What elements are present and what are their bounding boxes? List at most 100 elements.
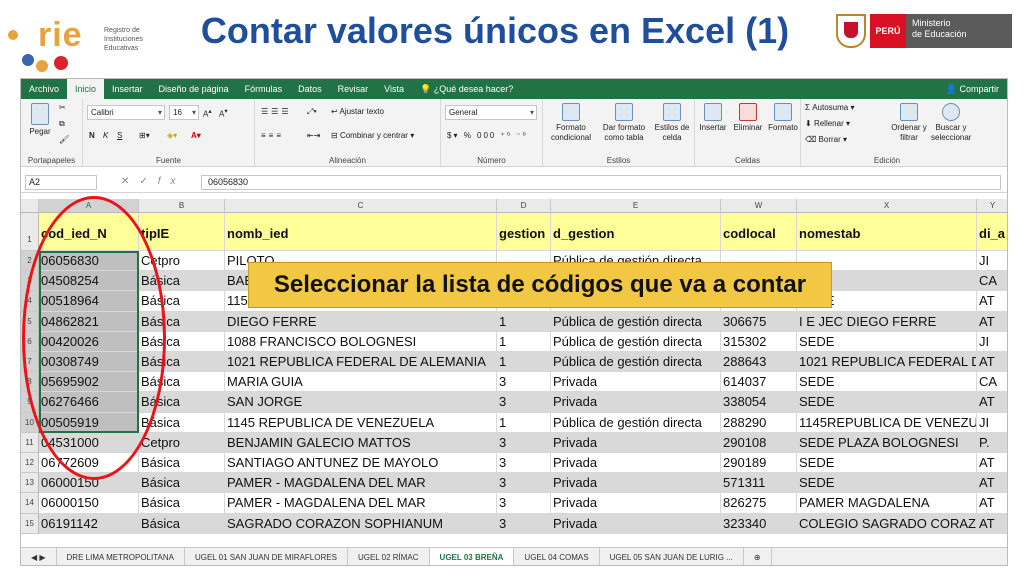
table-cell[interactable]: 323340 (721, 513, 797, 534)
table-cell[interactable]: Privada (551, 432, 721, 453)
table-cell[interactable]: SEDE (797, 473, 977, 494)
table-cell[interactable]: AT (977, 392, 1007, 413)
table-cell[interactable]: 288643 (721, 352, 797, 373)
vertical-align-icons[interactable]: ☰☰☰ (261, 107, 292, 116)
row-header[interactable]: 14 (21, 493, 39, 514)
table-cell[interactable]: I E JEC DIEGO FERRE (797, 311, 977, 332)
select-all-corner[interactable] (21, 199, 39, 213)
table-cell[interactable]: 3 (497, 392, 551, 413)
cell-styles-button[interactable]: Estilos de celda (651, 103, 693, 143)
table-cell[interactable]: 3 (497, 513, 551, 534)
tab-insertar[interactable]: Insertar (104, 79, 151, 99)
table-cell[interactable]: 3 (497, 453, 551, 474)
autosum-button[interactable]: Σ Autosuma ▾ (805, 103, 854, 112)
font-name-select[interactable]: Calibri (87, 105, 165, 120)
tab-datos[interactable]: Datos (290, 79, 330, 99)
table-cell[interactable]: 3 (497, 473, 551, 494)
table-cell[interactable]: DIEGO FERRE (225, 311, 497, 332)
sheet-tab[interactable]: UGEL 04 COMAS (514, 547, 600, 565)
fill-color-icon[interactable]: ◈▾ (167, 131, 177, 140)
sheet-tab[interactable]: DRE LIMA METROPOLITANA (57, 547, 185, 565)
shrink-font-icon[interactable]: A▾ (219, 107, 228, 119)
number-format-select[interactable]: General (445, 105, 537, 120)
table-header-cell[interactable]: nomestab (797, 213, 977, 251)
table-cell[interactable]: JI (977, 251, 1007, 272)
indent-icons[interactable]: ⇤⇥ (307, 131, 320, 140)
table-cell[interactable]: Privada (551, 453, 721, 474)
italic-button[interactable]: K (103, 131, 108, 140)
table-cell[interactable]: 1021 REPUBLICA FEDERAL DE ALEMANIA (225, 352, 497, 373)
table-cell[interactable]: Pública de gestión directa (551, 331, 721, 352)
table-cell[interactable]: Privada (551, 372, 721, 393)
sort-filter-button[interactable]: Ordenar y filtrar (889, 103, 929, 143)
sheet-tab[interactable]: UGEL 02 RÍMAC (348, 547, 430, 565)
column-header[interactable]: Y (977, 199, 1007, 213)
table-cell[interactable]: 1 (497, 352, 551, 373)
tell-me-search[interactable]: 💡 ¿Qué desea hacer? (412, 79, 521, 99)
table-cell[interactable]: SAGRADO CORAZON SOPHIANUM (225, 513, 497, 534)
table-cell[interactable]: 288290 (721, 412, 797, 433)
table-cell[interactable]: Pública de gestión directa (551, 352, 721, 373)
table-header-cell[interactable]: di_a (977, 213, 1007, 251)
sheet-tab[interactable]: UGEL 05 SAN JUAN DE LURIG ... (600, 547, 744, 565)
underline-button[interactable]: S (117, 131, 122, 140)
table-cell[interactable]: 571311 (721, 473, 797, 494)
grow-font-icon[interactable]: A▴ (203, 107, 212, 119)
column-header[interactable]: B (139, 199, 225, 213)
table-cell[interactable]: 1021 REPUBLICA FEDERAL DE A (797, 352, 977, 373)
column-header[interactable]: E (551, 199, 721, 213)
tab-formulas[interactable]: Fórmulas (237, 79, 291, 99)
table-cell[interactable]: AT (977, 311, 1007, 332)
formula-buttons[interactable]: ✕✓fx (121, 176, 186, 187)
tab-diseno[interactable]: Diseño de página (151, 79, 237, 99)
column-header[interactable]: C (225, 199, 497, 213)
share-button[interactable]: 👤 Compartir (946, 79, 999, 99)
tab-revisar[interactable]: Revisar (330, 79, 377, 99)
table-cell[interactable]: JI (977, 332, 1007, 352)
table-header-cell[interactable]: d_gestion (551, 213, 721, 251)
row-header[interactable]: 11 (21, 432, 39, 453)
copy-icon[interactable]: ⧉ (59, 119, 65, 129)
column-header[interactable]: D (497, 199, 551, 213)
tab-archivo[interactable]: Archivo (21, 79, 67, 99)
table-cell[interactable]: Cetpro (139, 432, 225, 453)
borders-icon[interactable]: ⊞▾ (139, 131, 150, 140)
table-cell[interactable]: COLEGIO SAGRADO CORAZÓ (797, 513, 977, 534)
table-cell[interactable]: Privada (551, 392, 721, 413)
table-cell[interactable]: 614037 (721, 372, 797, 393)
column-header[interactable]: W (721, 199, 797, 213)
table-cell[interactable]: Privada (551, 473, 721, 494)
table-cell[interactable]: MARIA GUIA (225, 372, 497, 393)
row-header[interactable]: 1 (21, 213, 39, 251)
table-cell[interactable]: BENJAMIN GALECIO MATTOS (225, 432, 497, 453)
table-header-cell[interactable]: codlocal (721, 213, 797, 251)
table-cell[interactable]: SEDE (797, 392, 977, 413)
font-size-select[interactable]: 16 (169, 105, 199, 120)
table-cell[interactable]: Básica (139, 493, 225, 514)
number-format-icons[interactable]: $▾ % 000 ⁺⁰ ⁻⁰ (447, 131, 528, 140)
table-cell[interactable]: CA (977, 271, 1007, 292)
table-cell[interactable]: 826275 (721, 493, 797, 514)
merge-center-button[interactable]: ⊟ Combinar y centrar ▾ (331, 131, 414, 140)
row-header[interactable]: 13 (21, 473, 39, 494)
table-cell[interactable]: AT (977, 291, 1007, 312)
fill-button[interactable]: ⬇ Rellenar ▾ (805, 119, 850, 128)
table-cell[interactable]: JI (977, 413, 1007, 433)
table-cell[interactable]: P. (977, 432, 1007, 453)
table-cell[interactable]: SANTIAGO ANTUNEZ DE MAYOLO (225, 453, 497, 474)
table-cell[interactable]: AT (977, 352, 1007, 373)
tab-inicio[interactable]: Inicio (67, 79, 105, 99)
delete-cells-button[interactable]: Eliminar (731, 103, 765, 133)
table-cell[interactable]: Básica (139, 453, 225, 474)
table-header-cell[interactable]: gestion (497, 213, 551, 251)
bold-button[interactable]: N (89, 131, 95, 140)
horizontal-align-icons[interactable]: ≡≡≡ (261, 131, 284, 140)
table-cell[interactable]: SEDE (797, 331, 977, 352)
find-select-button[interactable]: Buscar y seleccionar (931, 103, 971, 143)
formula-input[interactable]: 06056830 (201, 175, 1001, 190)
table-cell[interactable]: Privada (551, 493, 721, 514)
table-cell[interactable]: Privada (551, 513, 721, 534)
table-cell[interactable]: Básica (139, 513, 225, 534)
table-cell[interactable]: CA (977, 372, 1007, 393)
table-cell[interactable]: Pública de gestión directa (551, 311, 721, 332)
